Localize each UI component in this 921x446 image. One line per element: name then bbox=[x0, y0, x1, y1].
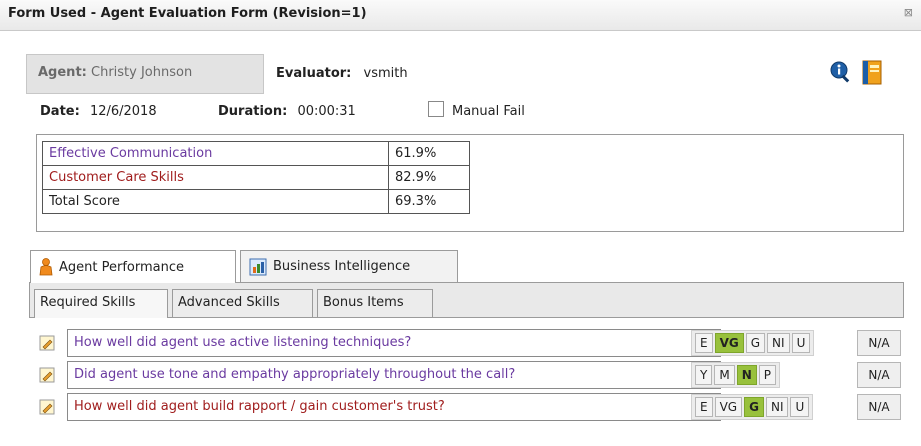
evaluator-label: Evaluator: bbox=[276, 66, 352, 81]
rating-option[interactable]: U bbox=[790, 397, 810, 417]
evaluator-value: vsmith bbox=[363, 66, 408, 81]
date-info: Date: 12/6/2018 bbox=[40, 104, 157, 119]
rating-option-selected[interactable]: N bbox=[736, 365, 757, 385]
tab-bonus-items[interactable]: Bonus Items bbox=[317, 289, 433, 317]
tab-agent-performance[interactable]: Agent Performance bbox=[30, 250, 236, 283]
pencil-icon[interactable] bbox=[39, 335, 55, 351]
score-name: Customer Care Skills bbox=[42, 165, 389, 190]
question-text[interactable]: How well did agent build rapport / gain … bbox=[67, 393, 721, 421]
tab-label: Bonus Items bbox=[323, 295, 404, 310]
score-name: Effective Communication bbox=[42, 141, 389, 166]
rating-option[interactable]: G bbox=[745, 333, 766, 353]
rating-options: E VG G NI U bbox=[691, 394, 814, 420]
question-row: How well did agent build rapport / gain … bbox=[29, 391, 904, 423]
score-value: 61.9% bbox=[388, 141, 470, 166]
na-button[interactable]: N/A bbox=[857, 394, 901, 420]
rating-option[interactable]: U bbox=[791, 333, 811, 353]
table-row: Total Score 69.3% bbox=[42, 189, 470, 214]
pencil-icon[interactable] bbox=[39, 399, 55, 415]
tab-label: Required Skills bbox=[40, 295, 136, 310]
window-title: Form Used - Agent Evaluation Form (Revis… bbox=[8, 6, 367, 21]
rating-option[interactable]: Y bbox=[695, 365, 713, 385]
rating-option[interactable]: NI bbox=[765, 397, 789, 417]
rating-option-selected[interactable]: G bbox=[744, 397, 764, 417]
duration-value: 00:00:31 bbox=[297, 104, 356, 119]
close-icon[interactable]: ⊠ bbox=[904, 6, 913, 19]
score-name: Total Score bbox=[42, 189, 389, 214]
tab-label: Advanced Skills bbox=[178, 295, 280, 310]
na-button[interactable]: N/A bbox=[857, 330, 901, 356]
rating-option[interactable]: VG bbox=[714, 397, 743, 417]
score-table: Effective Communication 61.9% Customer C… bbox=[42, 141, 470, 214]
tab-required-skills[interactable]: Required Skills bbox=[34, 289, 168, 318]
date-value: 12/6/2018 bbox=[89, 104, 157, 119]
chart-icon bbox=[249, 258, 267, 275]
questions-list: How well did agent use active listening … bbox=[29, 317, 904, 446]
table-row: Customer Care Skills 82.9% bbox=[42, 165, 470, 190]
question-row: Did agent use tone and empathy appropria… bbox=[29, 359, 904, 391]
rating-option[interactable]: P bbox=[758, 365, 776, 385]
person-icon bbox=[39, 258, 53, 276]
rating-option[interactable]: NI bbox=[767, 333, 790, 353]
agent-box: Agent: Christy Johnson bbox=[26, 54, 264, 94]
agent-value: Christy Johnson bbox=[91, 65, 193, 80]
duration-info: Duration: 00:00:31 bbox=[218, 104, 356, 119]
pencil-icon[interactable] bbox=[39, 367, 55, 383]
manual-fail-label: Manual Fail bbox=[452, 104, 525, 119]
tab-advanced-skills[interactable]: Advanced Skills bbox=[172, 289, 313, 317]
date-label: Date: bbox=[40, 104, 80, 119]
tab-business-intelligence[interactable]: Business Intelligence bbox=[240, 250, 458, 282]
score-value: 82.9% bbox=[388, 165, 470, 190]
agent-label: Agent: bbox=[38, 65, 87, 80]
tab-label: Business Intelligence bbox=[273, 259, 411, 274]
rating-option[interactable]: E bbox=[695, 397, 713, 417]
rating-option[interactable]: M bbox=[714, 365, 735, 385]
table-row: Effective Communication 61.9% bbox=[42, 141, 470, 166]
question-text[interactable]: How well did agent use active listening … bbox=[67, 329, 721, 357]
rating-options: Y M N P bbox=[691, 362, 780, 388]
question-row: How well did agent use active listening … bbox=[29, 327, 904, 359]
tab-label: Agent Performance bbox=[59, 259, 184, 275]
rating-option-selected[interactable]: VG bbox=[714, 333, 744, 353]
book-icon[interactable] bbox=[860, 58, 886, 86]
na-button[interactable]: N/A bbox=[857, 362, 901, 388]
question-text[interactable]: Did agent use tone and empathy appropria… bbox=[67, 361, 721, 389]
info-icon[interactable] bbox=[829, 60, 853, 84]
manual-fail-checkbox[interactable] bbox=[428, 101, 444, 117]
duration-label: Duration: bbox=[218, 104, 288, 119]
evaluator-info: Evaluator: vsmith bbox=[276, 66, 408, 81]
title-bar: Form Used - Agent Evaluation Form (Revis… bbox=[0, 0, 921, 31]
score-value: 69.3% bbox=[388, 189, 470, 214]
rating-options: E VG G NI U bbox=[691, 330, 815, 356]
rating-option[interactable]: E bbox=[695, 333, 713, 353]
